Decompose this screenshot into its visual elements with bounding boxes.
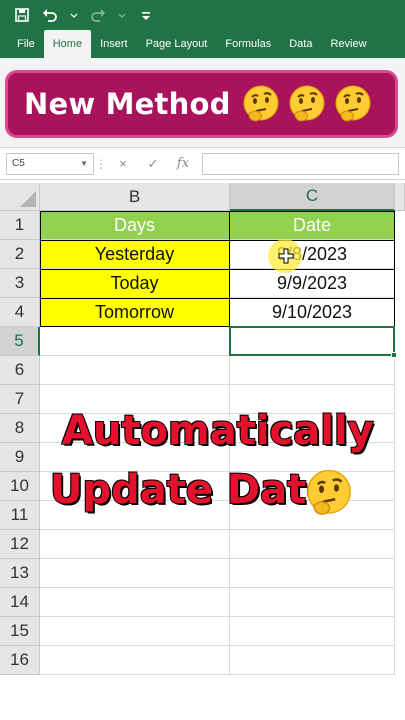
ribbon-tabs: File Home Insert Page Layout Formulas Da… [0, 30, 405, 58]
customize-icon[interactable] [138, 7, 154, 23]
day-label: Today [110, 272, 159, 293]
insert-function-button[interactable]: fx [168, 156, 198, 171]
row-header-5[interactable]: 5 [0, 327, 40, 356]
row-header-13[interactable]: 13 [0, 559, 40, 588]
row-header-10[interactable]: 10 [0, 472, 40, 501]
row-header-12[interactable]: 12 [0, 530, 40, 559]
header-date: Date [292, 214, 332, 235]
redo-icon[interactable] [90, 7, 106, 23]
thinking-face-icon [241, 84, 281, 124]
chevron-down-icon[interactable] [118, 7, 126, 23]
tab-data[interactable]: Data [280, 30, 321, 58]
name-box[interactable]: C5 ▼ [6, 152, 94, 175]
cell-b16[interactable] [40, 646, 230, 675]
date-value: 9/9/2023 [276, 272, 348, 293]
row-header-9[interactable]: 9 [0, 443, 40, 472]
undo-icon[interactable] [42, 7, 58, 23]
cell-c6[interactable] [230, 356, 395, 385]
row-header-7[interactable]: 7 [0, 385, 40, 414]
enter-button[interactable]: ✓ [138, 156, 168, 172]
cell-c14[interactable] [230, 588, 395, 617]
column-header-b[interactable]: B [40, 183, 230, 211]
cell-c13[interactable] [230, 559, 395, 588]
title-banner: New Method [5, 70, 398, 138]
formula-input[interactable] [202, 152, 399, 175]
banner-emojis [241, 84, 373, 124]
select-all-button[interactable] [0, 183, 40, 211]
cell-c1[interactable]: Date [230, 211, 395, 240]
formula-bar-divider: ⋮ [95, 156, 107, 171]
title-bar [0, 0, 405, 30]
thinking-face-icon [287, 84, 327, 124]
header-days: Days [113, 214, 155, 235]
row-header-6[interactable]: 6 [0, 356, 40, 385]
thinking-face-icon [333, 84, 373, 124]
cell-b3[interactable]: Today [40, 269, 230, 298]
cell-b1[interactable]: Days [40, 211, 230, 240]
column-header-c[interactable]: C [230, 183, 395, 211]
tab-review[interactable]: Review [321, 30, 375, 58]
cell-c4[interactable]: 9/10/2023 [230, 298, 395, 327]
tab-formulas[interactable]: Formulas [216, 30, 280, 58]
row-header-4[interactable]: 4 [0, 298, 40, 327]
overlay-line-2: Update Date [49, 466, 334, 514]
chevron-down-icon[interactable] [70, 7, 78, 23]
cell-c12[interactable] [230, 530, 395, 559]
cell-c2[interactable]: 9/8/2023 [230, 240, 395, 269]
row-header-1[interactable]: 1 [0, 211, 40, 240]
name-box-value: C5 [12, 158, 25, 169]
tab-file[interactable]: File [8, 30, 44, 58]
cell-select-cursor-icon [278, 248, 294, 264]
row-header-8[interactable]: 8 [0, 414, 40, 443]
active-cell-c5[interactable] [229, 326, 395, 356]
cell-c3[interactable]: 9/9/2023 [230, 269, 395, 298]
cell-c16[interactable] [230, 646, 395, 675]
row-header-11[interactable]: 11 [0, 501, 40, 530]
date-value: 9/10/2023 [271, 301, 353, 322]
row-header-15[interactable]: 15 [0, 617, 40, 646]
banner-title: New Method [24, 87, 231, 121]
formula-bar: C5 ▼ ⋮ × ✓ fx [0, 148, 405, 180]
save-icon[interactable] [14, 7, 30, 23]
row-header-14[interactable]: 14 [0, 588, 40, 617]
cell-b13[interactable] [40, 559, 230, 588]
day-label: Yesterday [94, 243, 175, 264]
thinking-face-icon [304, 468, 354, 518]
cell-b4[interactable]: Tomorrow [40, 298, 230, 327]
cancel-button[interactable]: × [108, 156, 138, 171]
tab-insert[interactable]: Insert [91, 30, 137, 58]
cell-c15[interactable] [230, 617, 395, 646]
overlay-line-1: Automatically [61, 407, 375, 455]
row-header-2[interactable]: 2 [0, 240, 40, 269]
cell-b14[interactable] [40, 588, 230, 617]
tab-home[interactable]: Home [43, 30, 92, 58]
chevron-down-icon[interactable]: ▼ [80, 159, 88, 168]
cell-b5[interactable] [40, 327, 230, 356]
row-header-3[interactable]: 3 [0, 269, 40, 298]
fill-handle[interactable] [391, 352, 397, 358]
cell-b12[interactable] [40, 530, 230, 559]
row-header-16[interactable]: 16 [0, 646, 40, 675]
column-header-d[interactable] [395, 183, 405, 211]
day-label: Tomorrow [94, 301, 174, 322]
cell-b6[interactable] [40, 356, 230, 385]
cell-b15[interactable] [40, 617, 230, 646]
cell-b2[interactable]: Yesterday [40, 240, 230, 269]
tab-page-layout[interactable]: Page Layout [137, 30, 217, 58]
